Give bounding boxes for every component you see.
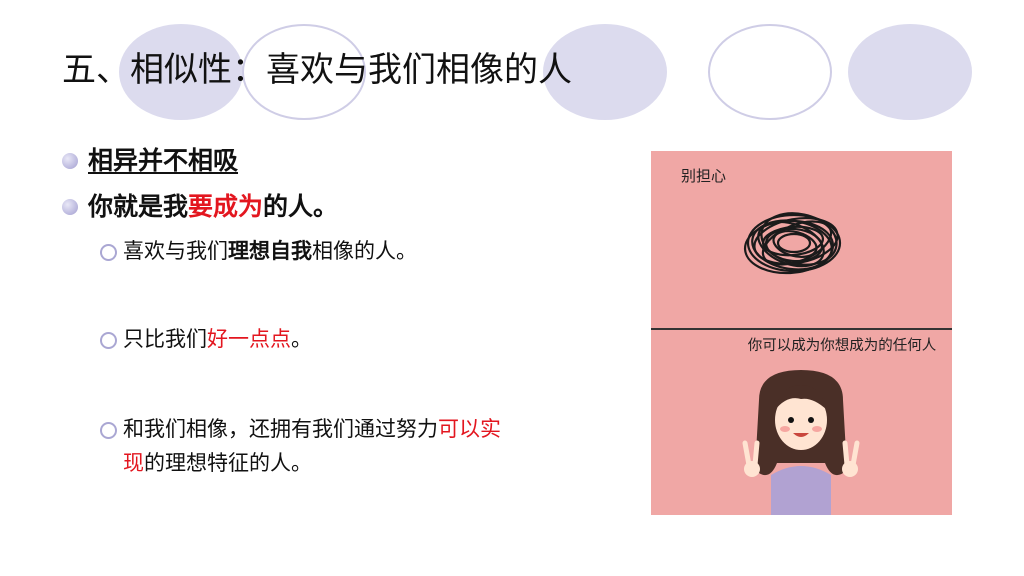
sub-bullet-text: 喜欢与我们理想自我相像的人。 [123,238,417,263]
caption-bottom: 你可以成为你想成为的任何人 [747,338,937,354]
bullet-text: 你就是我要成为的人。 [88,192,339,221]
cartoon-illustration: 别担心 你可以成为你想成为的任何人 [651,151,952,515]
scribble-icon [743,212,842,275]
ring-bullet-icon [100,244,117,261]
sub-bullet-item: 只比我们好一点点。 [100,322,312,356]
emphasis-text: 理想自我 [228,238,312,263]
ring-bullet-icon [100,332,117,349]
bullet-dot-icon [62,153,78,169]
decor-circle-filled [848,24,972,120]
panel-divider [651,328,952,330]
sub-bullet-item: 和我们相像，还拥有我们通过努力可以实 现的理想特征的人。 [100,412,640,480]
girl-figure-icon [742,370,860,515]
decor-circle-outline [708,24,832,120]
bullet-item: 相异并不相吸 [62,144,238,178]
caption-top: 别担心 [681,167,727,185]
highlight-text: 好一点点 [207,327,291,351]
slide-title: 五、相似性：喜欢与我们相像的人 [62,50,572,90]
highlight-text: 要成为 [188,192,264,221]
highlight-text: 现 [123,451,144,475]
bullet-item: 你就是我要成为的人。 [62,190,338,224]
ring-bullet-icon [100,422,117,439]
bullet-dot-icon [62,199,78,215]
sub-bullet-text: 只比我们好一点点。 [123,327,312,351]
sub-bullet-continuation: 现的理想特征的人。 [123,451,312,475]
sub-bullet-item: 喜欢与我们理想自我相像的人。 [100,234,417,268]
bullet-text: 相异并不相吸 [88,146,239,175]
sub-bullet-text: 和我们相像，还拥有我们通过努力可以实 [123,417,501,441]
highlight-text: 可以实 [438,417,501,441]
